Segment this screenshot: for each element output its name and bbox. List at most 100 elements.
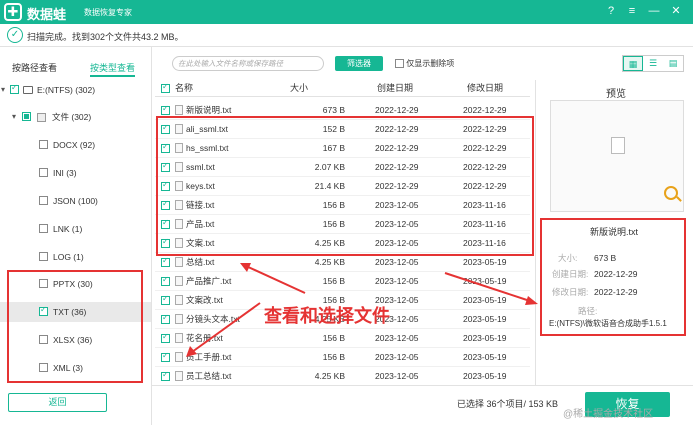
row-checkbox[interactable] [161,255,170,267]
filter-button[interactable]: 筛选器 [335,56,383,71]
tree-checkbox[interactable] [39,140,48,149]
col-size-header[interactable]: 大小 [290,80,308,97]
text-file-icon [175,276,183,286]
tree-checkbox[interactable] [39,224,48,233]
text-file-icon [175,314,183,324]
modified-date: 2023-05-19 [463,371,507,381]
collapse-arrow-icon[interactable]: ▾ [1,80,5,100]
only-deleted-checkbox[interactable] [395,59,404,69]
file-size: 4.25 KB [314,371,345,381]
file-name: 员工手册.txt [186,352,232,362]
preview-area [550,100,684,212]
select-all-checkbox[interactable] [161,81,170,93]
file-name: 产品推广.txt [186,276,232,286]
tree-item-label: JSON (100) [53,196,98,206]
tree-checkbox[interactable] [39,196,48,205]
row-checkbox[interactable] [161,331,170,343]
table-row[interactable]: 花名册.txt 156 B 2023-12-05 2023-05-19 [155,329,530,348]
tree-item-json[interactable]: JSON (100) [0,191,151,211]
table-row[interactable]: 员工总结.txt 4.25 KB 2023-12-05 2023-05-19 [155,367,530,386]
collapse-arrow-icon[interactable]: ▾ [12,107,16,127]
created-date: 2023-12-05 [375,276,419,286]
created-date: 2023-12-05 [375,333,419,343]
minimize-button[interactable]: — [647,4,661,18]
text-file-icon [175,371,183,381]
highlight-box-rows [156,116,534,256]
folder-icon [37,113,46,122]
tree-checkbox[interactable] [39,168,48,177]
tree-item-docx[interactable]: DOCX (92) [0,135,151,155]
row-checkbox[interactable] [161,103,170,115]
tree-item-drive[interactable]: ▾ E:(NTFS) (302) [0,80,151,100]
text-file-icon [175,257,183,267]
table-row[interactable]: 员工手册.txt 156 B 2023-12-05 2023-05-19 [155,348,530,367]
menu-button[interactable]: ≡ [625,4,639,18]
file-table-header: 名称 大小 创建日期 修改日期 [155,80,530,97]
file-name: 员工总结.txt [186,371,232,381]
file-name: 文案改.txt [186,295,223,305]
modified-date: 2023-05-19 [463,352,507,362]
row-checkbox[interactable] [161,350,170,362]
text-file-icon [175,333,183,343]
tree-checkbox[interactable] [10,82,19,94]
tree-item-files[interactable]: ▾ 文件 (302) [0,107,151,127]
scan-status-bar: ✓ 扫描完成。找到302个文件共43.2 MB。 [0,24,693,47]
file-size: 156 B [322,352,345,362]
tab-by-type[interactable]: 按类型查看 [90,60,136,77]
app-logo-icon: ✚ [4,3,22,21]
modified-date: 2023-05-19 [463,333,507,343]
tree-item-label: INI (3) [53,168,77,178]
grid-view-icon[interactable]: ▦ [623,56,643,71]
annotation-text: 查看和选择文件 [264,306,390,326]
search-input[interactable]: 在此处输入文件名称或保存路径 [172,56,324,71]
tree-item-label: 文件 (302) [52,112,92,122]
magnifier-icon[interactable] [664,186,678,200]
list-view-icon[interactable]: ☰ [643,56,663,71]
only-deleted-toggle[interactable]: 仅显示删除项 [395,58,454,69]
tree-checkbox[interactable] [22,112,31,121]
tree-item-label: LOG (1) [53,252,84,262]
preview-title: 预览 [606,89,626,100]
created-date: 2023-12-05 [375,371,419,381]
tree-checkbox[interactable] [39,252,48,261]
help-button[interactable]: ? [604,4,618,18]
watermark: @稀土掘金技术社区 [563,409,654,420]
highlight-box-preview [540,218,686,336]
modified-date: 2023-05-19 [463,295,507,305]
app-name: 数据蛙 [27,7,67,22]
close-button[interactable]: ✕ [669,4,683,18]
tree-item-log[interactable]: LOG (1) [0,247,151,267]
file-size: 156 B [322,333,345,343]
tree-item-label: E:(NTFS) (302) [37,85,96,95]
selected-count: 已选择 36个项目/ 153 KB [457,399,559,409]
highlight-box-type [7,270,143,383]
file-name: 分镜头文本.txt [186,314,240,324]
title-bar: ✚ 数据蛙 数据恢复专家 ? ≡ — ✕ [0,0,693,24]
col-modified-header[interactable]: 修改日期 [467,80,503,97]
table-row[interactable]: 产品推广.txt 156 B 2023-12-05 2023-05-19 [155,272,530,291]
tree-item-ini[interactable]: INI (3) [0,163,151,183]
back-button[interactable]: 返回 [8,393,107,412]
tree-item-lnk[interactable]: LNK (1) [0,219,151,239]
created-date: 2023-12-05 [375,352,419,362]
app-subtitle: 数据恢复专家 [84,8,132,17]
row-checkbox[interactable] [161,369,170,381]
file-name: 花名册.txt [186,333,223,343]
row-checkbox[interactable] [161,293,170,305]
view-mode-switch: ▦ ☰ ▤ [622,55,684,72]
tree-item-label: DOCX (92) [53,140,96,150]
row-checkbox[interactable] [161,312,170,324]
text-file-icon [175,352,183,362]
tab-by-path[interactable]: 按路径查看 [12,60,57,77]
modified-date: 2023-05-19 [463,276,507,286]
scan-status-text: 扫描完成。找到302个文件共43.2 MB。 [27,32,184,42]
tree-item-label: LNK (1) [53,224,83,234]
modified-date: 2023-05-19 [463,314,507,324]
row-checkbox[interactable] [161,274,170,286]
drive-icon [23,86,33,94]
col-name-header[interactable]: 名称 [175,80,193,97]
file-size: 156 B [322,276,345,286]
detail-view-icon[interactable]: ▤ [663,56,683,71]
col-created-header[interactable]: 创建日期 [377,80,413,97]
checkmark-icon: ✓ [7,27,23,43]
